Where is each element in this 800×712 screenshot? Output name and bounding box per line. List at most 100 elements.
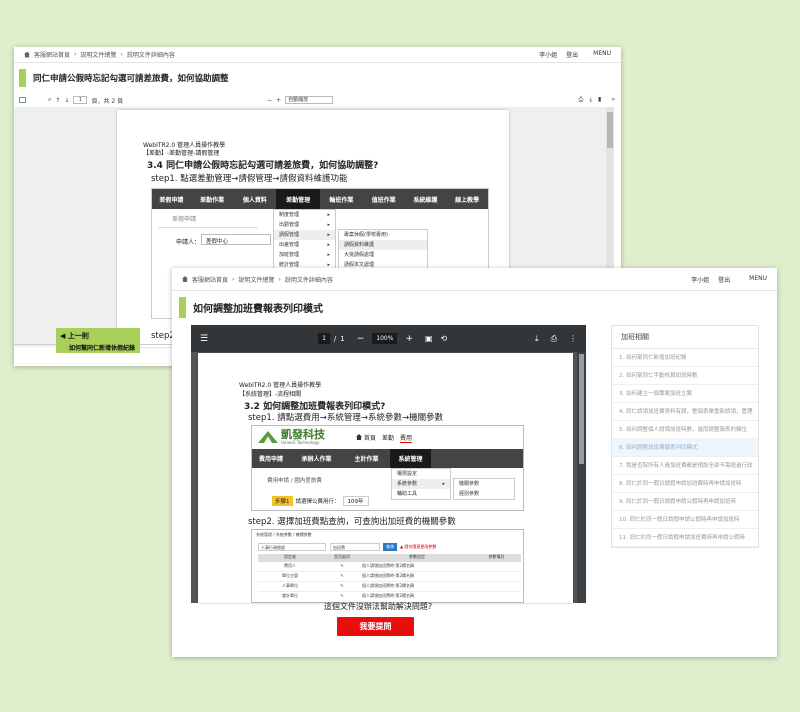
pdf-toolbar: ☰ 1 / 1 − 100% + ▣ ⟲ ⤓ ⎙ ⋮ — [191, 325, 586, 352]
zoom-select[interactable]: 自動縮放 — [285, 96, 334, 104]
doc-step2: step2. 選擇加班費點查詢，可查詢出加班費的機關參數 — [248, 517, 456, 527]
nav-item: 個人資料 — [242, 196, 267, 204]
sidebar-toggle-icon[interactable] — [19, 97, 26, 103]
breadcrumb-overview[interactable]: 説明文件總覽 — [80, 50, 116, 59]
previous-page-icon[interactable]: ↑ — [55, 97, 60, 104]
pdf-page: WebITR2.0 管理人員操作教學 【系統管理】-流程相關 3.2 如何調整加… — [198, 353, 573, 603]
rotate-icon[interactable]: ⟲ — [441, 334, 448, 343]
related-article-link[interactable]: 5. 如何調整個人請領加班時數，進而調整報表的欄位 — [612, 421, 758, 439]
related-article-link[interactable]: 1. 如何幫同仁新增加班紀錄 — [612, 349, 758, 367]
query-button: 查詢 — [383, 543, 397, 551]
nav-item: 主計作業 — [354, 456, 379, 463]
page-total: 1 — [340, 334, 345, 343]
page-title-text: 同仁申請公假時忘記勾選可請差旅費，如何協助調整 — [33, 74, 229, 84]
hamburger-menu-icon[interactable]: ☰ — [200, 334, 208, 344]
related-article-link[interactable]: 4. 同仁請領加班費資料有誤，整個表單重新請領，管理 — [612, 403, 758, 421]
help-question: 這個文件沒辦法幫助解決問題? — [323, 602, 433, 611]
warning-text: ▲ 請勿隨意更改參數 — [400, 544, 437, 549]
top-bar: 客服網站首頁 › 說明文件總覽 › 說明文件詳細內容 李小姐 登出 MENU — [172, 268, 777, 291]
related-article-link[interactable]: 7. 我是否院所有人員加班費都是預設全部不需經過行政 — [612, 457, 758, 475]
dropdown-menu-2: 機關參數 經別參數 — [453, 478, 515, 500]
bookmark-icon[interactable]: ▮ — [598, 96, 601, 104]
related-article-link[interactable]: 8. 同仁於同一假日請假申請加班費時再申請加班時 — [612, 475, 758, 493]
arrow-left-icon: ◀ — [60, 332, 66, 340]
dropdown-menu-1: 權限設定 系統參數 ▸ 輔助工具 — [391, 468, 451, 500]
zoom-out-icon[interactable]: − — [357, 334, 365, 344]
page-title: 如何調整加班費報表列印模式 — [179, 297, 323, 318]
more-options-icon[interactable]: ⋮ — [569, 334, 577, 344]
user-name[interactable]: 李小姐 — [539, 50, 557, 59]
nav-item: 差勤作業 — [200, 196, 225, 204]
select-category: 加班費 — [330, 543, 380, 551]
breadcrumb-detail: 説明文件詳細內容 — [126, 52, 175, 59]
previous-article-title[interactable]: 如何幫同仁新增休假紀錄 — [60, 343, 140, 352]
nav-item: 費用申請 — [258, 456, 283, 463]
related-article-link[interactable]: 11. 同仁於同一假日請假申請加班費時再申請公假時 — [612, 529, 758, 547]
dropdown-menu-1: 制度管理 ▸ 出勤管理 ▸ 請假管理 ▸ 出差管理 ▸ 加班管理 ▸ 統計管理 ▸ — [273, 209, 336, 271]
sub-title: 差假申請 — [172, 216, 197, 223]
doc-heading: 3.4 同仁申請公假時忘記勾選可請差旅費，如何協助調整? — [147, 161, 379, 171]
fit-page-icon[interactable]: ▣ — [425, 334, 433, 343]
menu-button[interactable]: MENU — [749, 275, 767, 284]
dropdown-menu-2: 專案休假(學校專用) 請假資料維護 大批請假處理 請假本文處理 — [338, 229, 428, 271]
related-article-link[interactable]: 9. 同仁於同一假日請假申請公假時再申請加班時 — [612, 493, 758, 511]
zoom-out-icon[interactable]: − — [267, 97, 272, 104]
pdf-viewer-area[interactable]: WebITR2.0 管理人員操作教學 【系統管理】-流程相關 3.2 如何調整加… — [191, 352, 586, 603]
pdf-scrollbar-thumb[interactable] — [579, 354, 584, 464]
logo-text-en: UnionG Technology — [281, 440, 320, 445]
page-number-input[interactable]: 1 — [73, 96, 88, 104]
zoom-value[interactable]: 100% — [372, 333, 398, 344]
breadcrumb-overview[interactable]: 說明文件總覽 — [238, 275, 274, 284]
logo-nav: 首頁 差勤 費用 — [356, 433, 412, 443]
print-icon[interactable]: ⎙ — [551, 334, 557, 344]
logo-icon — [258, 431, 278, 443]
doc-header2: 【系統管理】-流程相關 — [239, 391, 302, 398]
home-icon[interactable] — [24, 51, 30, 58]
breadcrumb-home[interactable]: 客服網站首頁 — [34, 50, 70, 59]
doc-header1: WebITR2.0 管理人員操作教學 — [239, 382, 322, 389]
more-tools-icon[interactable]: » — [611, 96, 615, 104]
table-row: 人事單位 ✎ 個人請領加班費時-第2欄名稱 — [258, 583, 521, 592]
scrollbar-thumb[interactable] — [607, 112, 613, 148]
logout-link[interactable]: 登出 — [718, 275, 730, 284]
next-page-icon[interactable]: ↓ — [64, 97, 69, 104]
related-article-link[interactable]: 2. 如何幫同仁手動核算加班時數 — [612, 367, 758, 385]
download-icon[interactable]: ⤓ — [535, 334, 539, 344]
zoom-in-icon[interactable]: + — [276, 97, 281, 104]
related-article-link[interactable]: 6. 如何調整加班費報表列印模式 — [612, 439, 758, 457]
zoom-in-icon[interactable]: + — [405, 334, 413, 344]
breadcrumb-home[interactable]: 客服網站首頁 — [192, 275, 228, 284]
ask-question-button[interactable]: 我要提問 — [337, 617, 414, 636]
applicant-field: 差假中心 — [201, 234, 271, 245]
step-badge: 步驟1 — [272, 496, 293, 506]
table-row: 費用人 ✎ 個人請領加班費時-第2欄名稱 — [258, 563, 521, 572]
logout-link[interactable]: 登出 — [566, 50, 578, 59]
applicant-label: 申請人： — [176, 239, 201, 246]
menu-button[interactable]: MENU — [593, 50, 611, 59]
nav-item-active: 差勤管理 — [276, 189, 320, 209]
screenshot-frame-1: 凱發科技 UnionG Technology 首頁 差勤 費用 費用申請 承辦人… — [251, 425, 524, 511]
logo-text-cn: 凱發科技 — [281, 428, 325, 441]
print-icon[interactable]: ⎙ — [579, 96, 584, 104]
page-title: 同仁申請公假時忘記勾選可請差旅費，如何協助調整 — [19, 69, 229, 87]
select-agency: 人事行政總處 — [258, 543, 326, 551]
row-label: 請選擇公費用行： — [295, 499, 340, 505]
nav-item: 線上教學 — [455, 196, 480, 204]
nav-item: 差假申請 — [159, 196, 184, 204]
page-number-input[interactable]: 1 — [318, 333, 330, 344]
table-header: 設定者 是否啟用 參數設定 參數備註 — [258, 554, 521, 562]
app-navbar: 費用申請 承辦人作業 主計作業 系統管理 — [252, 449, 523, 468]
app-navbar: 差假申請 差勤作業 個人資料 差勤管理 輪班作業 值班作業 系統維護 線上教學 — [152, 189, 488, 209]
home-icon[interactable] — [182, 276, 188, 282]
pdf-scrollbar[interactable] — [577, 352, 586, 603]
previous-article-button[interactable]: ◀ 上一則 如何幫同仁新增休假紀錄 — [56, 328, 140, 353]
nav-item-active: 系統管理 — [390, 449, 431, 468]
download-icon[interactable]: ⤓ — [589, 96, 592, 104]
related-article-link[interactable]: 10. 同仁於同一假日請假申請公假時再申請加班時 — [612, 511, 758, 529]
user-name[interactable]: 李小姐 — [691, 275, 709, 284]
doc-header2: 【差勤】-差勤管理-請假管理 — [143, 150, 220, 157]
table-row: 單位主管 ✎ 個人請領加班費時-第2欄名稱 — [258, 573, 521, 582]
search-icon[interactable]: ⌕ — [48, 96, 51, 104]
nav-item: 承辦人作業 — [301, 456, 332, 463]
related-article-link[interactable]: 3. 如何建立一個專案加班立案 — [612, 385, 758, 403]
